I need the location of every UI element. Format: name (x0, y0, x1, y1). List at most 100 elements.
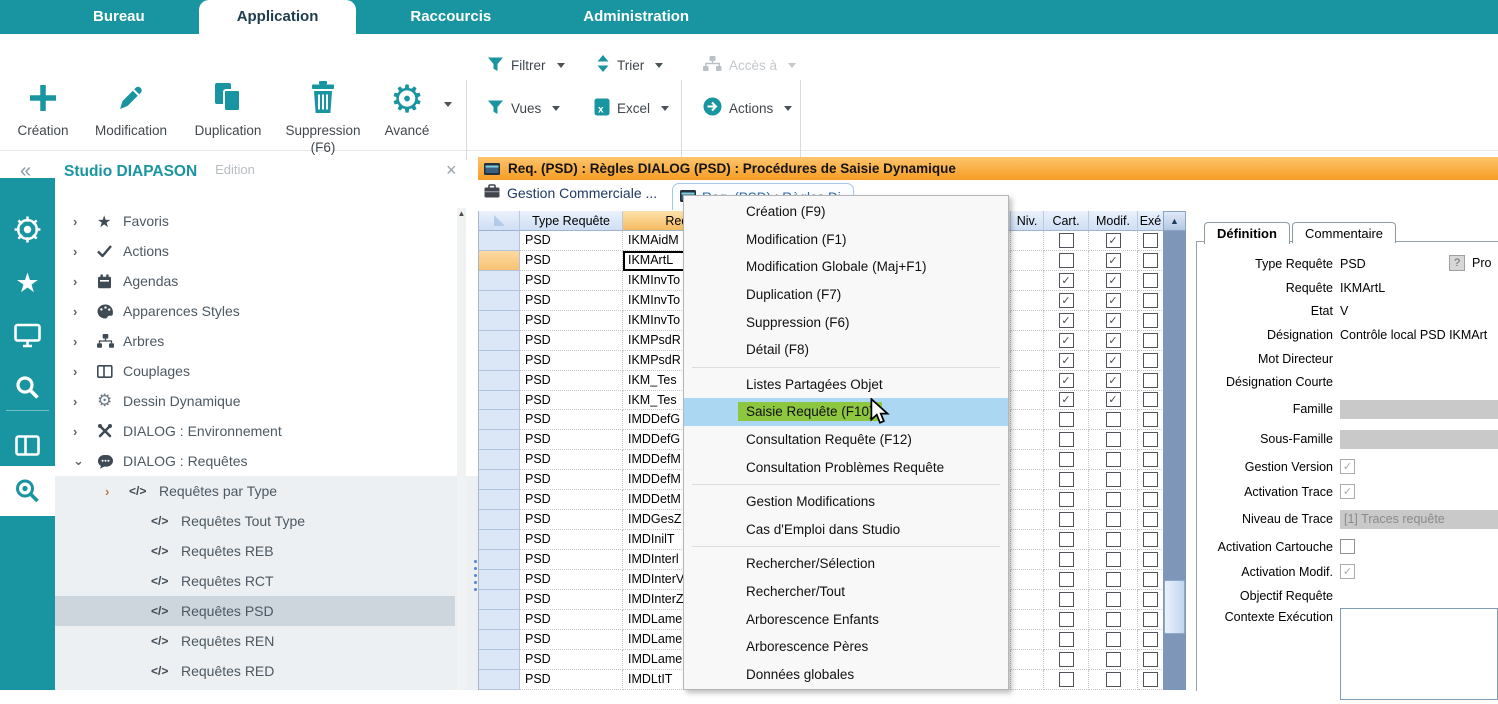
tab-gestion-commerciale[interactable]: Gestion Commerciale ... (484, 184, 657, 201)
cell-exe[interactable] (1138, 570, 1164, 590)
column-header-exe[interactable]: Exé (1138, 211, 1164, 231)
checkbox-exe[interactable] (1143, 632, 1158, 647)
sidebar-item-actions[interactable]: › Actions (55, 236, 455, 266)
cell-cart[interactable] (1044, 331, 1089, 351)
checkbox-exe[interactable] (1143, 293, 1158, 308)
row-selector[interactable] (479, 391, 520, 411)
menu-item-consultation-problemes-requete[interactable]: Consultation Problèmes Requête (684, 453, 1008, 481)
checkbox-exe[interactable] (1143, 492, 1158, 507)
checkbox-modif[interactable] (1106, 313, 1121, 328)
checkbox-modif[interactable] (1106, 432, 1121, 447)
cell-type-requete[interactable]: PSD (520, 271, 623, 291)
menu-item-duplication-f7[interactable]: Duplication (F7) (684, 281, 1008, 309)
checkbox-modif[interactable] (1106, 532, 1121, 547)
select-all-icon[interactable] (494, 215, 505, 226)
row-selector[interactable] (479, 231, 520, 251)
checkbox-exe[interactable] (1143, 432, 1158, 447)
suppression-button[interactable]: Suppression (F6) (278, 76, 368, 156)
cell-type-requete[interactable]: PSD (520, 371, 623, 391)
cell-modif[interactable] (1089, 650, 1138, 670)
rail-layout-columns-icon[interactable] (0, 420, 55, 470)
creation-button[interactable]: Création (10, 76, 76, 139)
cell-modif[interactable] (1089, 391, 1138, 411)
column-header-row-selector[interactable] (479, 211, 520, 231)
checkbox-modif[interactable] (1106, 632, 1121, 647)
cell-modif[interactable] (1089, 430, 1138, 450)
cell-niv[interactable] (1011, 371, 1044, 391)
sidebar-item-apparences-styles[interactable]: › Apparences Styles (55, 296, 455, 326)
menu-item-saisie-requete-f10[interactable]: Saisie Requête (F10) (684, 398, 1008, 426)
cell-niv[interactable] (1011, 650, 1044, 670)
checkbox-exe[interactable] (1143, 552, 1158, 567)
checkbox-cart[interactable] (1059, 293, 1074, 308)
sidebar-item-requetes-red[interactable]: </> Requêtes RED (55, 656, 455, 686)
menu-item-donnees-globales[interactable]: Données globales (684, 661, 1008, 689)
menu-tab-application[interactable]: Application (199, 0, 357, 34)
checkbox-exe[interactable] (1143, 333, 1158, 348)
checkbox-modif[interactable] (1106, 233, 1121, 248)
rail-screens-monitor-icon[interactable] (0, 310, 55, 360)
checkbox-exe[interactable] (1143, 572, 1158, 587)
cell-niv[interactable] (1011, 610, 1044, 630)
actions-button[interactable]: Actions (703, 97, 792, 119)
cell-modif[interactable] (1089, 610, 1138, 630)
checkbox-modif[interactable] (1106, 472, 1121, 487)
cell-modif[interactable] (1089, 670, 1138, 690)
cell-exe[interactable] (1138, 530, 1164, 550)
cell-niv[interactable] (1011, 410, 1044, 430)
cell-modif[interactable] (1089, 450, 1138, 470)
row-selector[interactable] (479, 450, 520, 470)
sidebar-item-requetes-rct[interactable]: </> Requêtes RCT (55, 566, 455, 596)
column-header-cart[interactable]: Cart. (1044, 211, 1089, 231)
cell-cart[interactable] (1044, 490, 1089, 510)
menu-item-suppression-f6[interactable]: Suppression (F6) (684, 308, 1008, 336)
chevron-down-icon[interactable]: ⌄ (55, 453, 97, 469)
cell-modif[interactable] (1089, 251, 1138, 271)
menu-item-creation-f9[interactable]: Création (F9) (684, 198, 1008, 226)
cell-exe[interactable] (1138, 450, 1164, 470)
checkbox-modif[interactable] (1106, 652, 1121, 667)
sidebar-item-requetes-ren[interactable]: </> Requêtes REN (55, 626, 455, 656)
menu-item-detail-f8[interactable]: Détail (F8) (684, 336, 1008, 364)
checkbox-modif[interactable] (1106, 612, 1121, 627)
rail-search-icon[interactable] (0, 362, 55, 412)
cell-exe[interactable] (1138, 291, 1164, 311)
checkbox-modif[interactable] (1106, 572, 1121, 587)
scroll-up-icon[interactable]: ▲ (1163, 211, 1186, 231)
menu-item-arborescence-peres[interactable]: Arborescence Pères (684, 633, 1008, 661)
checkbox-exe[interactable] (1143, 592, 1158, 607)
cell-niv[interactable] (1011, 550, 1044, 570)
cell-cart[interactable] (1044, 450, 1089, 470)
cell-cart[interactable] (1044, 650, 1089, 670)
sidebar-item-dialog-requetes[interactable]: ⌄ DIALOG : Requêtes (55, 446, 455, 476)
cell-modif[interactable] (1089, 351, 1138, 371)
cell-niv[interactable] (1011, 331, 1044, 351)
table-scrollbar[interactable]: ▲ (1163, 211, 1186, 690)
cell-exe[interactable] (1138, 391, 1164, 411)
row-selector[interactable] (479, 311, 520, 331)
checkbox-cart[interactable] (1059, 452, 1074, 467)
row-selector[interactable] (479, 510, 520, 530)
cell-exe[interactable] (1138, 430, 1164, 450)
cell-type-requete[interactable]: PSD (520, 490, 623, 510)
cell-modif[interactable] (1089, 311, 1138, 331)
sidebar-scrollbar[interactable]: ▲ (457, 208, 466, 690)
checkbox-modif[interactable] (1106, 253, 1121, 268)
cell-modif[interactable] (1089, 231, 1138, 251)
cell-exe[interactable] (1138, 630, 1164, 650)
checkbox-exe[interactable] (1143, 233, 1158, 248)
cell-modif[interactable] (1089, 291, 1138, 311)
menu-tab-administration[interactable]: Administration (545, 0, 727, 34)
menu-item-cas-d-emploi-dans-studio[interactable]: Cas d'Emploi dans Studio (684, 516, 1008, 544)
cell-cart[interactable] (1044, 550, 1089, 570)
cell-type-requete[interactable]: PSD (520, 391, 623, 411)
cell-exe[interactable] (1138, 231, 1164, 251)
cell-niv[interactable] (1011, 470, 1044, 490)
row-selector[interactable] (479, 630, 520, 650)
cell-cart[interactable] (1044, 530, 1089, 550)
cell-cart[interactable] (1044, 311, 1089, 331)
checkbox-exe[interactable] (1143, 672, 1158, 687)
avance-dropdown-caret[interactable] (444, 102, 452, 107)
sidebar-close-icon[interactable]: × (446, 160, 457, 181)
row-selector[interactable] (479, 410, 520, 430)
